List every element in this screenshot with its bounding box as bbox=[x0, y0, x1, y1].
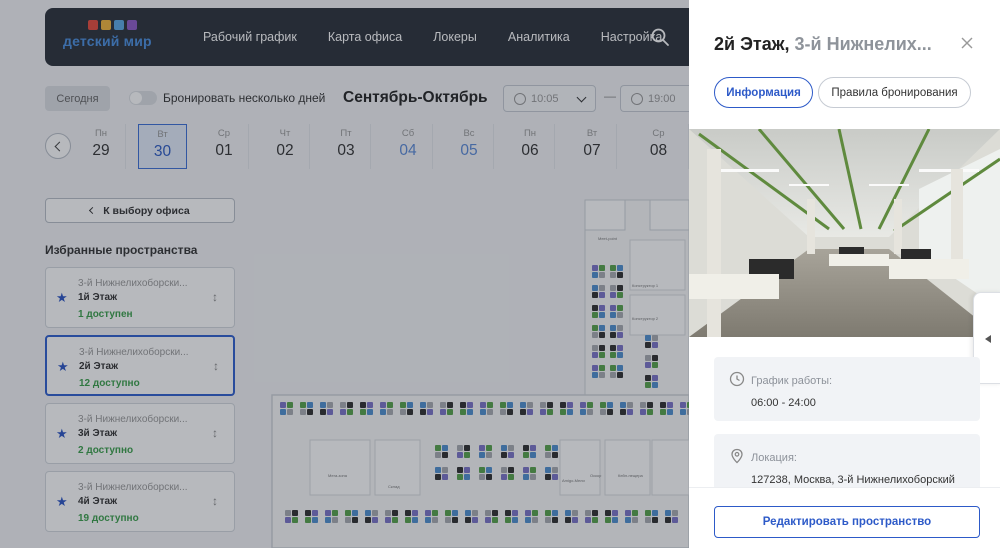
edit-space-button[interactable]: Редактировать пространство bbox=[714, 506, 980, 538]
tab-info[interactable]: Информация bbox=[714, 77, 813, 108]
panel-title: 2й Этаж, 3-й Нижнелих... bbox=[714, 34, 954, 55]
location-pin-icon bbox=[731, 448, 743, 464]
modal-backdrop[interactable] bbox=[0, 0, 689, 548]
panel-footer: Редактировать пространство bbox=[689, 487, 1000, 548]
schedule-value: 06:00 - 24:00 bbox=[751, 397, 816, 409]
schedule-card: График работы: 06:00 - 24:00 bbox=[714, 357, 980, 421]
location-label: Локация: bbox=[751, 452, 797, 464]
space-details-panel: 2й Этаж, 3-й Нижнелих... Информация Прав… bbox=[689, 0, 1000, 548]
location-value: 127238, Москва, 3-й Нижнелихоборский bbox=[751, 474, 955, 486]
office-photo bbox=[689, 129, 1000, 337]
panel-title-floor: 2й Этаж, bbox=[714, 34, 790, 54]
schedule-label: График работы: bbox=[751, 375, 833, 387]
close-icon[interactable] bbox=[960, 36, 974, 50]
panel-title-address: 3-й Нижнелих... bbox=[794, 34, 932, 54]
clock-icon bbox=[729, 371, 745, 387]
tab-booking-rules[interactable]: Правила бронирования bbox=[818, 77, 971, 108]
